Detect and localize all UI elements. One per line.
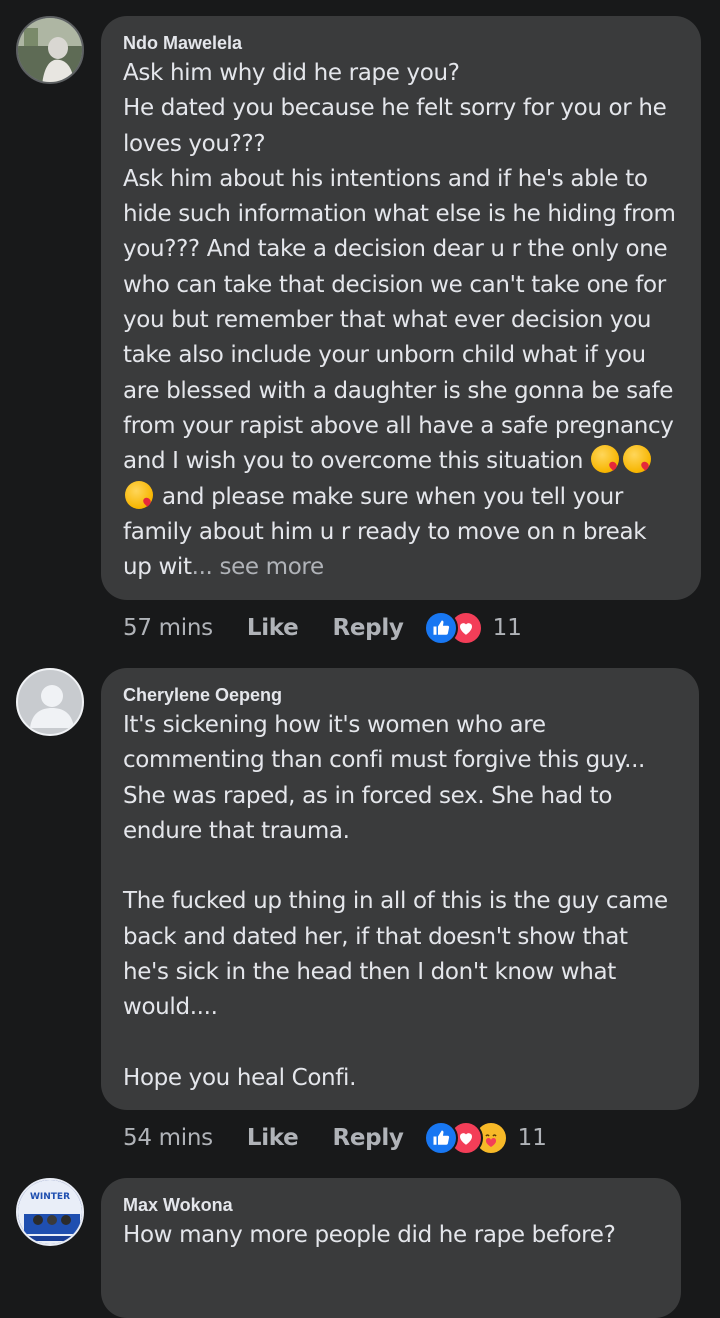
kissing-face-icon <box>591 445 620 474</box>
profile-photo <box>18 18 82 82</box>
comment-timestamp[interactable]: 57 mins <box>123 615 213 641</box>
like-button[interactable]: Like <box>247 615 299 641</box>
reaction-count: 11 <box>492 615 522 641</box>
comment-author[interactable]: Max Wokona <box>123 1194 661 1216</box>
avatar[interactable] <box>16 16 84 84</box>
avatar[interactable] <box>16 668 84 736</box>
default-avatar-icon <box>30 685 74 728</box>
reply-button[interactable]: Reply <box>332 1125 403 1151</box>
reactions-summary[interactable]: 11 <box>423 1121 547 1155</box>
comment-text: How many more people did he rape before? <box>123 1222 616 1248</box>
avatar-poster-title: WINTER <box>29 1192 71 1202</box>
like-button[interactable]: Like <box>247 1125 299 1151</box>
like-icon <box>423 611 458 645</box>
like-icon <box>423 1121 458 1155</box>
comment-bubble[interactable]: Ndo Mawelela Ask him why did he rape you… <box>101 16 701 600</box>
comment-bubble[interactable]: Cherylene Oepeng It's sickening how it's… <box>101 668 699 1110</box>
comment-author[interactable]: Ndo Mawelela <box>123 32 681 54</box>
comment-text: It's sickening how it's women who are co… <box>123 712 668 1091</box>
comment-text-main: Ask him why did he rape you? He dated yo… <box>123 60 676 475</box>
reply-button[interactable]: Reply <box>332 615 403 641</box>
kissing-face-icon <box>623 445 652 474</box>
event-poster-image <box>18 1180 82 1244</box>
reactions-summary[interactable]: 11 <box>423 611 522 645</box>
comment-text: Ask him why did he rape you? He dated yo… <box>123 56 681 585</box>
kissing-face-icon <box>125 480 153 509</box>
comment-actions: 54 mins Like Reply 11 <box>123 1118 547 1158</box>
comment-actions: 57 mins Like Reply 11 <box>123 608 522 648</box>
comment-timestamp[interactable]: 54 mins <box>123 1125 213 1151</box>
comment-author[interactable]: Cherylene Oepeng <box>123 684 679 706</box>
see-more-link[interactable]: ... see more <box>192 554 325 580</box>
avatar[interactable]: WINTER <box>16 1178 84 1246</box>
reaction-count: 11 <box>517 1125 547 1151</box>
comment-bubble[interactable]: Max Wokona How many more people did he r… <box>101 1178 681 1318</box>
